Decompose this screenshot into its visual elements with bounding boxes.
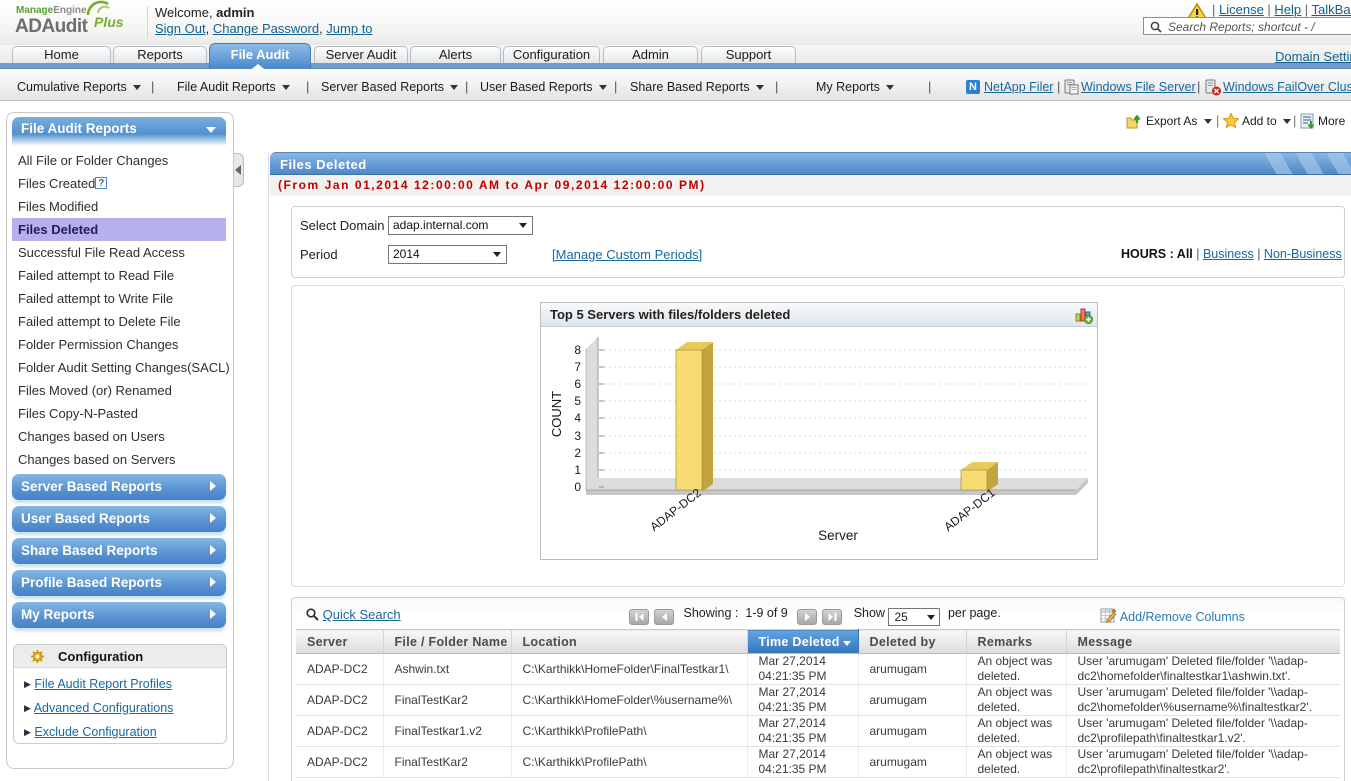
svg-text:3: 3 bbox=[574, 429, 581, 443]
svg-text:0: 0 bbox=[574, 480, 581, 494]
svg-text:8: 8 bbox=[574, 343, 581, 357]
svg-text:7: 7 bbox=[574, 360, 581, 374]
svg-text:1: 1 bbox=[574, 463, 581, 477]
svg-text:4: 4 bbox=[574, 411, 581, 425]
svg-text:2: 2 bbox=[574, 446, 581, 460]
svg-text:5: 5 bbox=[574, 394, 581, 408]
svg-text:Server: Server bbox=[818, 528, 858, 543]
svg-text:COUNT: COUNT bbox=[549, 391, 564, 437]
svg-text:6: 6 bbox=[574, 377, 581, 391]
